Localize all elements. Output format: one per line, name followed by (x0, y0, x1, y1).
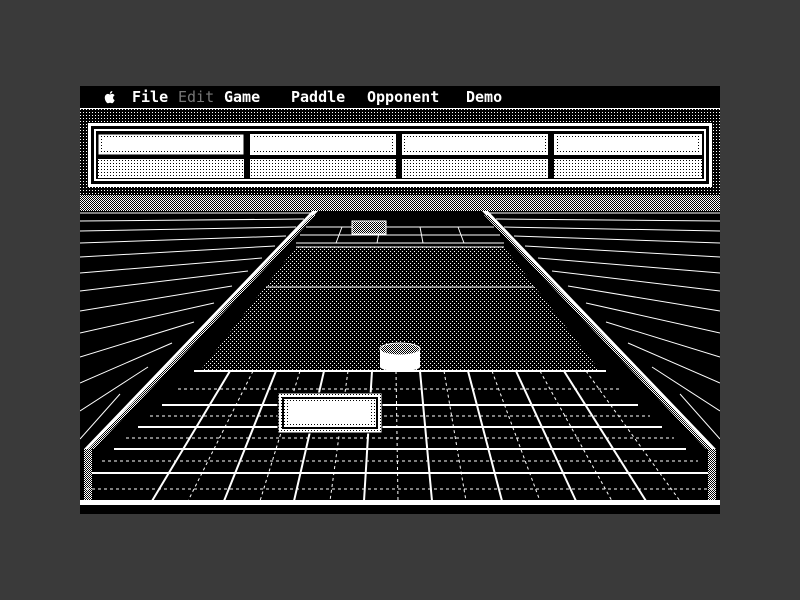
game-window: File Edit Game Paddle Opponent Demo (80, 86, 720, 514)
opponent-paddle (351, 220, 387, 235)
scoreboard (88, 123, 712, 187)
menu-demo[interactable]: Demo (466, 89, 502, 106)
apple-icon[interactable] (102, 89, 118, 105)
player-paddle[interactable] (277, 392, 383, 434)
ball (379, 342, 421, 371)
menu-file[interactable]: File (132, 89, 168, 106)
menu-edit[interactable]: Edit (178, 89, 214, 106)
menu-opponent[interactable]: Opponent (367, 89, 439, 106)
game-court[interactable] (80, 109, 720, 514)
menu-game[interactable]: Game (224, 89, 260, 106)
menu-paddle[interactable]: Paddle (291, 89, 345, 106)
near-court-grid (80, 370, 720, 502)
menu-bar: File Edit Game Paddle Opponent Demo (80, 86, 720, 109)
far-court (300, 211, 500, 247)
